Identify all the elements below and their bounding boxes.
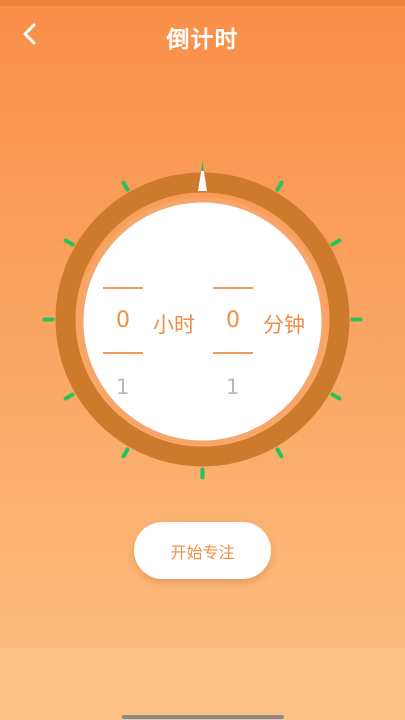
bottom-band: [0, 648, 405, 720]
header-bar: 倒计时: [0, 6, 405, 66]
dial-tick: [63, 392, 75, 401]
minutes-unit-label: 分钟: [263, 313, 305, 337]
minutes-divider-bottom: [213, 352, 253, 354]
minutes-value[interactable]: 0: [226, 308, 240, 333]
hours-divider-bottom: [103, 352, 143, 354]
countdown-dial[interactable]: 0 1 小时 0 1 分钟: [40, 157, 365, 482]
dial-tick: [330, 238, 342, 247]
page-title: 倒计时: [166, 27, 239, 53]
dial-face: 0 1 小时 0 1 分钟: [81, 200, 324, 443]
dial-tick: [121, 447, 130, 459]
start-focus-button[interactable]: 开始专注: [134, 522, 271, 579]
hours-unit-label: 小时: [153, 313, 195, 337]
dial-tick: [330, 392, 342, 401]
hours-value[interactable]: 0: [116, 308, 130, 333]
minutes-next-value[interactable]: 1: [226, 375, 239, 399]
hours-divider-top: [103, 287, 143, 289]
hours-next-value[interactable]: 1: [116, 375, 129, 399]
dial-tick: [275, 180, 284, 192]
dial-tick: [121, 180, 130, 192]
home-indicator[interactable]: [122, 715, 284, 719]
dial-tick: [63, 238, 75, 247]
minutes-divider-top: [213, 287, 253, 289]
dial-tick: [275, 447, 284, 459]
